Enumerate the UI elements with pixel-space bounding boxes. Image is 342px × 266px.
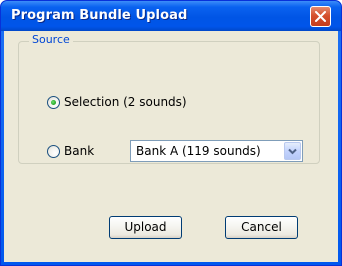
selection-radio[interactable] [47,96,60,109]
close-icon [315,11,326,22]
bank-radio[interactable] [47,145,60,158]
radio-selected-dot [51,100,56,105]
upload-button[interactable]: Upload [109,216,182,239]
bank-radio-label[interactable]: Bank [64,144,94,158]
title-bar[interactable]: Program Bundle Upload [1,1,341,31]
bank-dropdown-value: Bank A (119 sounds) [136,144,261,158]
source-group-legend: Source [29,33,73,46]
bank-dropdown[interactable]: Bank A (119 sounds) [130,140,303,162]
cancel-button[interactable]: Cancel [225,216,298,239]
window-title: Program Bundle Upload [11,8,188,23]
chevron-down-icon [288,148,297,155]
selection-radio-label[interactable]: Selection (2 sounds) [64,95,187,109]
close-button[interactable] [310,6,331,27]
dropdown-arrow-button[interactable] [284,142,301,160]
